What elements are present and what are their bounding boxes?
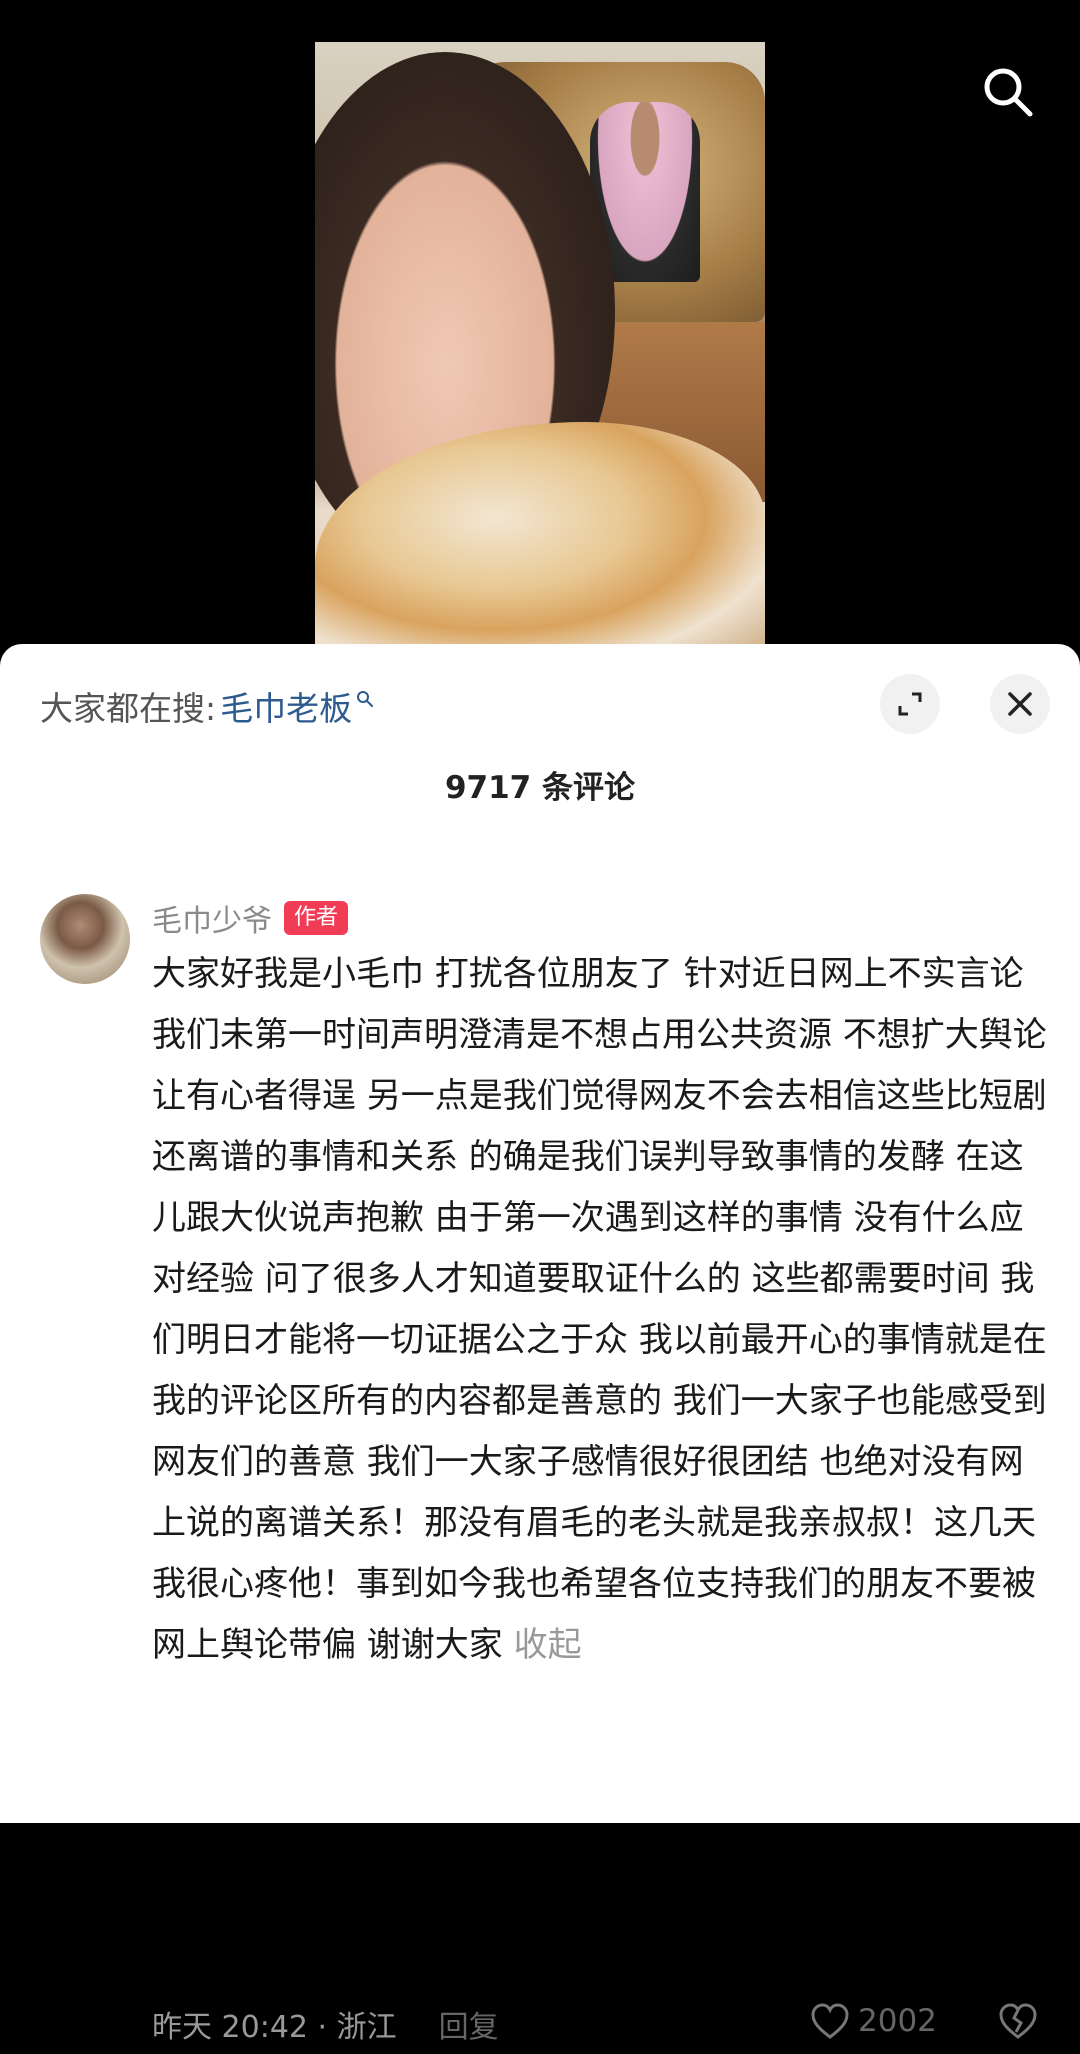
like-button[interactable]: 2002 [810,2002,937,2040]
mini-search-icon [357,691,374,707]
like-count: 2002 [858,2003,937,2039]
avatar[interactable] [40,894,130,984]
collapse-link[interactable]: 收起 [514,1625,582,1665]
search-icon [984,68,1033,117]
trending-keyword[interactable]: 毛巾老板 [220,682,352,730]
expand-button[interactable] [880,674,940,734]
broken-heart-icon [999,2003,1037,2039]
comment-text: 大家好我是小毛巾 打扰各位朋友了 针对近日网上不实言论 我们未第一时间声明澄清是… [152,944,1052,1676]
expand-icon [898,692,922,716]
trending-prefix: 大家都在搜: [40,689,217,728]
video-player[interactable] [0,0,1080,660]
sheet-topbar: 大家都在搜: 毛巾老板 [0,644,1080,764]
comment-meta: 昨天 20:42 · 浙江 回复 2002 [152,1994,1052,2054]
search-button[interactable] [978,62,1038,122]
trending-search[interactable]: 大家都在搜: 毛巾老板 [40,682,374,730]
reply-button[interactable]: 回复 [439,2002,499,2046]
author-row: 毛巾少爷 作者 [152,896,349,940]
heart-icon [811,2003,849,2039]
comment-count: 9717 条评论 [444,770,636,806]
comment-sheet: 大家都在搜: 毛巾老板 9717 条评论 毛巾少爷 作者 大家好我是小毛巾 打扰… [0,644,1080,2045]
author-badge: 作者 [284,901,349,935]
comment-timestamp: 昨天 20:42 · 浙江 [152,2010,397,2045]
author-name[interactable]: 毛巾少爷 [152,896,272,940]
close-icon [1008,692,1032,716]
video-frame[interactable] [315,42,765,644]
comment-body: 大家好我是小毛巾 打扰各位朋友了 针对近日网上不实言论 我们未第一时间声明澄清是… [152,954,1047,1665]
dislike-button[interactable] [998,2002,1038,2048]
close-button[interactable] [990,674,1050,734]
